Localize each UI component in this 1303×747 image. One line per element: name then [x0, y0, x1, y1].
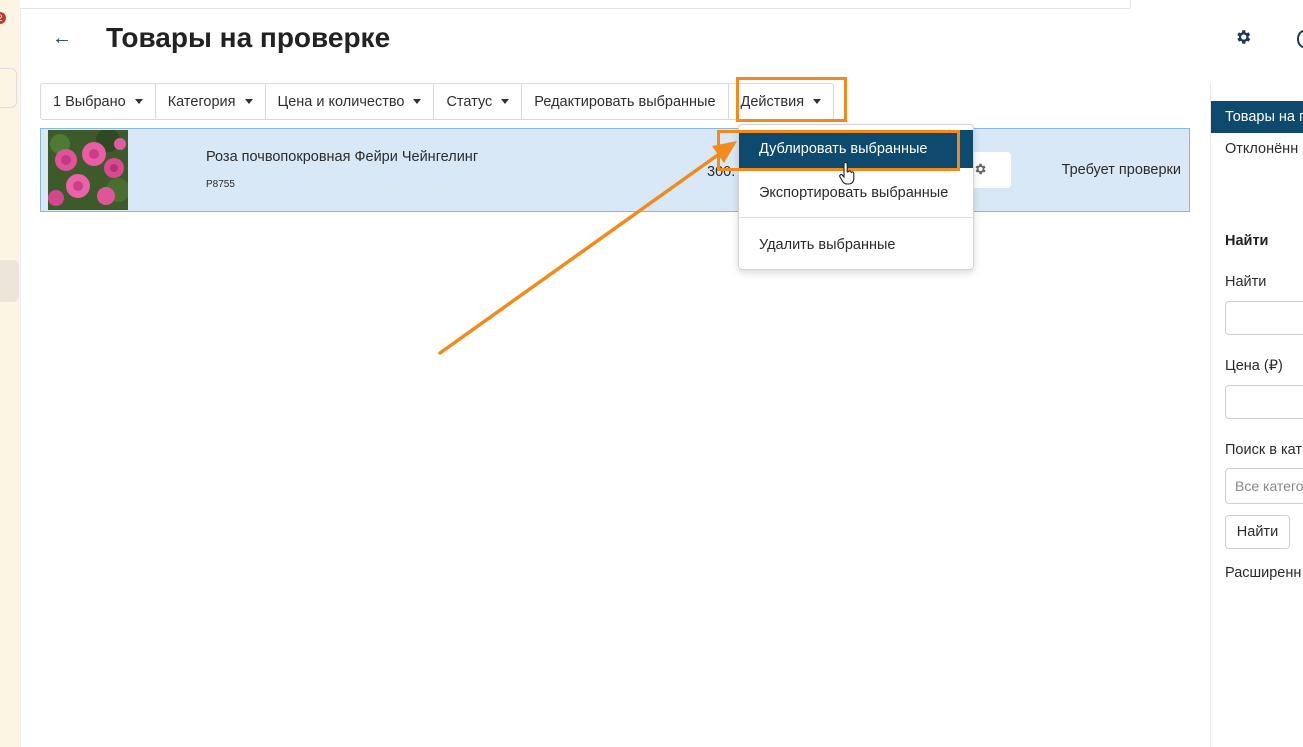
- export-selected-item[interactable]: Экспортировать выбранные: [739, 177, 973, 209]
- bulk-toolbar: 1 Выбрано Категория Цена и количество Ст…: [40, 83, 835, 120]
- tab-pending-products[interactable]: Товары на п: [1211, 101, 1303, 133]
- price-label: Цена (₽): [1225, 358, 1283, 374]
- category-select[interactable]: Все катего: [1225, 468, 1303, 504]
- selected-count-dropdown[interactable]: 1 Выбрано: [41, 84, 156, 119]
- status-label: Статус: [446, 93, 493, 110]
- refresh-icon[interactable]: [1297, 30, 1303, 48]
- product-thumbnail[interactable]: [48, 130, 128, 210]
- delete-selected-item[interactable]: Удалить выбранные: [739, 229, 973, 261]
- page-title: Товары на проверке: [106, 22, 391, 53]
- sidebar-tab-active[interactable]: [0, 260, 19, 302]
- back-arrow-icon[interactable]: ←: [52, 26, 76, 50]
- hand-cursor-icon: [838, 161, 856, 186]
- product-name[interactable]: Роза почвопокровная Фейри Чейнгелинг: [206, 149, 478, 165]
- top-border-right: [1130, 0, 1303, 8]
- price-quantity-label: Цена и количество: [277, 93, 405, 110]
- edit-selected-label: Редактировать выбранные: [534, 93, 716, 110]
- product-status: Требует проверки: [1061, 162, 1181, 178]
- caret-down-icon: [413, 99, 422, 104]
- category-label: Категория: [167, 93, 236, 110]
- search-label: Найти: [1225, 274, 1267, 290]
- caret-down-icon: [134, 99, 143, 104]
- price-quantity-dropdown[interactable]: Цена и количество: [266, 84, 435, 119]
- caret-down-icon: [501, 99, 510, 104]
- edit-selected-button[interactable]: Редактировать выбранные: [522, 84, 729, 119]
- settings-icon[interactable]: [973, 162, 987, 176]
- right-filter-panel: Товары на п Отклонённ Найти Найти Цена (…: [1210, 83, 1303, 747]
- quantity-field[interactable]: [971, 152, 1011, 188]
- category-search-label: Поиск в кат: [1225, 442, 1302, 458]
- advanced-search-link[interactable]: Расширенн: [1225, 565, 1301, 581]
- sidebar-tab[interactable]: [0, 68, 17, 108]
- notification-badge: 2: [0, 12, 6, 24]
- gear-icon[interactable]: [1234, 28, 1254, 48]
- category-dropdown[interactable]: Категория: [156, 84, 266, 119]
- menu-divider: [739, 217, 973, 218]
- search-button[interactable]: Найти: [1225, 515, 1290, 549]
- selected-count-label: 1 Выбрано: [53, 93, 126, 110]
- caret-down-icon: [244, 99, 253, 104]
- annotation-highlight-actions: [736, 77, 847, 122]
- status-dropdown[interactable]: Статус: [434, 84, 523, 119]
- price-input[interactable]: [1225, 385, 1303, 419]
- left-sidebar-strip: 2: [0, 0, 21, 747]
- search-input[interactable]: [1225, 301, 1303, 335]
- product-row[interactable]: Роза почвопокровная Фейри Чейнгелинг P87…: [40, 128, 1190, 212]
- tab-rejected[interactable]: Отклонённ: [1225, 141, 1298, 157]
- top-border: [20, 0, 1130, 9]
- product-sku: P8755: [206, 179, 235, 190]
- search-heading: Найти: [1225, 233, 1269, 249]
